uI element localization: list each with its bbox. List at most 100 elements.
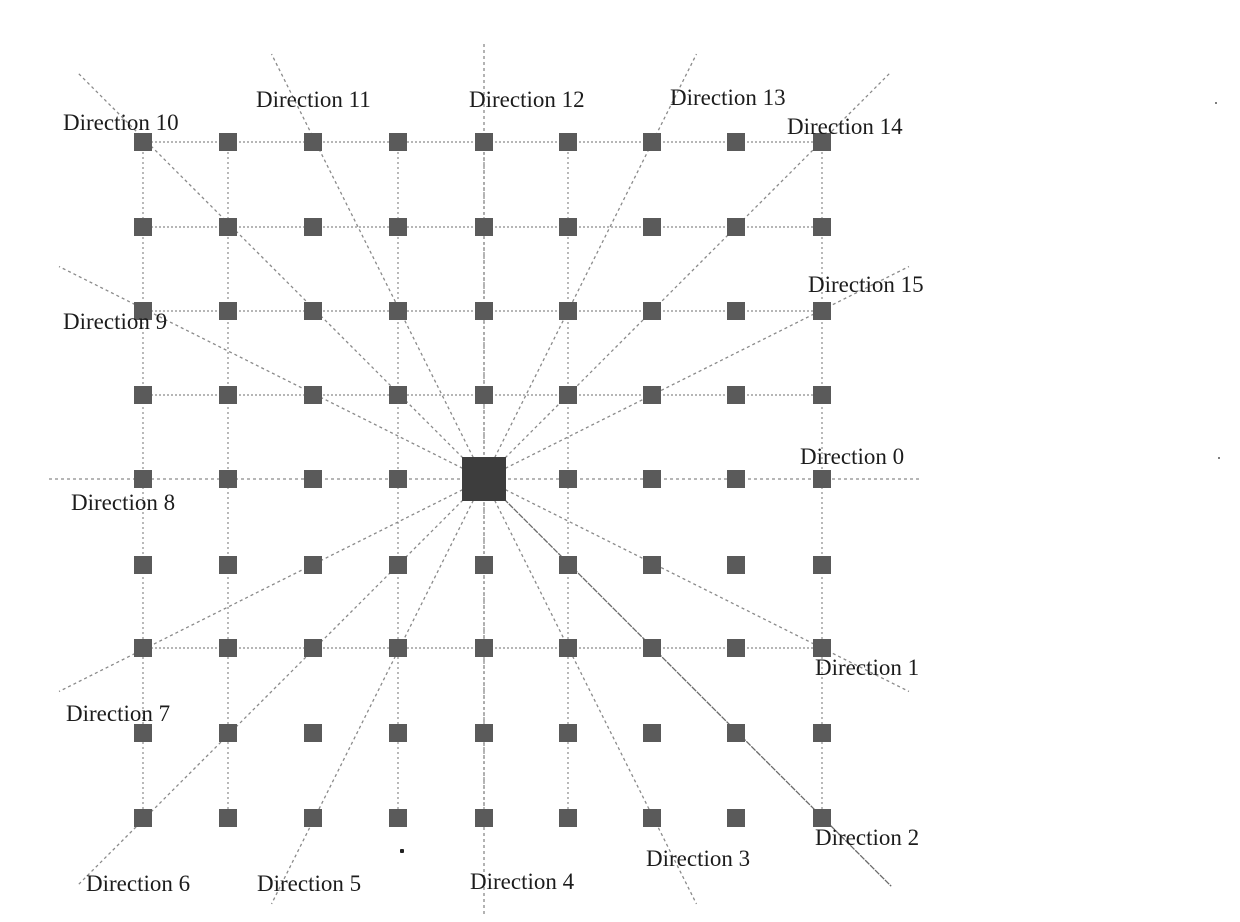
label-direction-8: Direction 8 bbox=[71, 490, 176, 515]
grid-node bbox=[475, 218, 493, 236]
grid-node bbox=[304, 386, 322, 404]
grid-node bbox=[219, 302, 237, 320]
label-direction-11: Direction 11 bbox=[256, 87, 371, 112]
ray-direction-11 bbox=[270, 53, 485, 480]
grid-node bbox=[389, 724, 407, 742]
label-direction-9: Direction 9 bbox=[63, 309, 168, 334]
grid-node bbox=[727, 302, 745, 320]
grid-node bbox=[134, 724, 152, 742]
grid-node bbox=[813, 556, 831, 574]
grid-node bbox=[643, 470, 661, 488]
grid-node bbox=[304, 639, 322, 657]
grid-node bbox=[134, 386, 152, 404]
grid-node bbox=[813, 470, 831, 488]
grid-node bbox=[727, 639, 745, 657]
label-direction-12: Direction 12 bbox=[469, 87, 585, 112]
grid-node bbox=[304, 218, 322, 236]
grid-node bbox=[134, 639, 152, 657]
grid-node bbox=[219, 556, 237, 574]
grid-node bbox=[727, 724, 745, 742]
grid-node bbox=[304, 809, 322, 827]
grid-node bbox=[727, 470, 745, 488]
grid-node bbox=[813, 386, 831, 404]
grid-node bbox=[304, 302, 322, 320]
grid-node bbox=[134, 809, 152, 827]
grid-node bbox=[389, 133, 407, 151]
grid-node bbox=[559, 809, 577, 827]
grid-node bbox=[727, 386, 745, 404]
grid-node bbox=[134, 556, 152, 574]
grid-node bbox=[219, 724, 237, 742]
grid-node bbox=[304, 133, 322, 151]
grid-node bbox=[813, 302, 831, 320]
grid-node bbox=[643, 386, 661, 404]
grid-node bbox=[559, 556, 577, 574]
grid-node bbox=[219, 639, 237, 657]
grid-node bbox=[727, 133, 745, 151]
label-direction-0: Direction 0 bbox=[800, 444, 905, 469]
scan-speck bbox=[400, 849, 404, 853]
grid-node bbox=[643, 724, 661, 742]
grid-node bbox=[389, 218, 407, 236]
grid-node bbox=[643, 809, 661, 827]
grid-node bbox=[219, 218, 237, 236]
grid-node bbox=[219, 470, 237, 488]
grid-node bbox=[389, 556, 407, 574]
label-direction-4: Direction 4 bbox=[470, 869, 575, 894]
ray-direction-5 bbox=[270, 478, 485, 905]
grid-node bbox=[643, 218, 661, 236]
grid-node bbox=[304, 556, 322, 574]
grid-node bbox=[219, 386, 237, 404]
grid-node bbox=[559, 639, 577, 657]
ray-direction-3 bbox=[483, 478, 698, 905]
scan-speck bbox=[1215, 102, 1217, 104]
grid-node bbox=[727, 809, 745, 827]
grid-node bbox=[389, 302, 407, 320]
grid-node bbox=[475, 639, 493, 657]
grid-node bbox=[559, 218, 577, 236]
grid-node bbox=[559, 302, 577, 320]
grid-node bbox=[389, 386, 407, 404]
grid-node bbox=[304, 470, 322, 488]
label-direction-6: Direction 6 bbox=[86, 871, 191, 896]
label-direction-3: Direction 3 bbox=[646, 846, 751, 871]
grid-node bbox=[475, 133, 493, 151]
grid-node bbox=[727, 556, 745, 574]
grid-node bbox=[389, 809, 407, 827]
grid-node bbox=[475, 724, 493, 742]
grid-node bbox=[134, 133, 152, 151]
center-node bbox=[462, 457, 506, 501]
grid-node bbox=[304, 724, 322, 742]
label-direction-14: Direction 14 bbox=[787, 114, 903, 139]
grid-node bbox=[475, 556, 493, 574]
scan-speck bbox=[1218, 457, 1220, 459]
grid-node bbox=[559, 724, 577, 742]
grid-node bbox=[813, 218, 831, 236]
grid-node bbox=[389, 639, 407, 657]
grid-node bbox=[219, 133, 237, 151]
grid-node bbox=[643, 639, 661, 657]
grid-node bbox=[813, 724, 831, 742]
grid-node bbox=[643, 302, 661, 320]
ray-direction-13 bbox=[483, 53, 698, 480]
label-direction-7: Direction 7 bbox=[66, 701, 171, 726]
label-direction-5: Direction 5 bbox=[257, 871, 362, 896]
direction-diagram bbox=[49, 44, 919, 914]
grid-node bbox=[559, 470, 577, 488]
grid-node bbox=[643, 133, 661, 151]
grid-node bbox=[134, 218, 152, 236]
grid-node bbox=[219, 809, 237, 827]
grid-node bbox=[727, 218, 745, 236]
grid-node bbox=[559, 386, 577, 404]
grid-node bbox=[559, 133, 577, 151]
grid-node bbox=[389, 470, 407, 488]
grid-node bbox=[475, 386, 493, 404]
grid-node bbox=[475, 302, 493, 320]
label-direction-2: Direction 2 bbox=[815, 825, 920, 850]
grid-node bbox=[475, 809, 493, 827]
label-direction-15: Direction 15 bbox=[808, 272, 924, 297]
label-direction-1: Direction 1 bbox=[815, 655, 920, 680]
grid-node bbox=[643, 556, 661, 574]
ray-direction-9 bbox=[58, 265, 485, 480]
label-direction-10: Direction 10 bbox=[63, 110, 179, 135]
